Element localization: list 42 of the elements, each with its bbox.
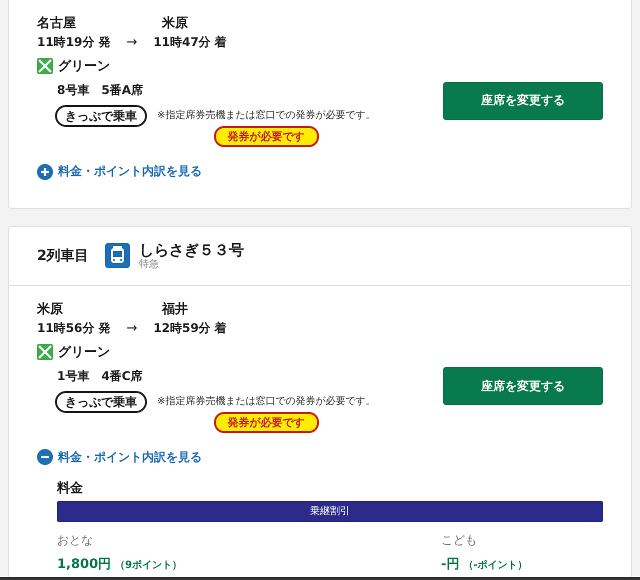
fare-price: -円	[441, 557, 460, 572]
arrival-time: 12時59分	[153, 320, 211, 336]
change-seat-button[interactable]: 座席を変更する	[443, 82, 603, 120]
station-name: 米原	[162, 15, 189, 32]
car-class-icon	[37, 58, 53, 74]
passenger-label: おとな	[57, 532, 94, 549]
ticket-required-badge: 発券が必要です	[214, 126, 319, 147]
station-name: 福井	[162, 300, 189, 318]
fare-points: （9ポイント）	[115, 560, 182, 571]
car-class: グリーン	[58, 58, 110, 75]
ticket-notice: ※指定席券売機または窓口での発券が必要です。	[157, 394, 376, 408]
ticket-type-tag: きっぷで乗車	[55, 390, 147, 412]
station-name: 名古屋	[37, 15, 77, 32]
station-name: 米原	[37, 300, 64, 318]
fare-price: 1,800円	[57, 557, 112, 572]
fare-details-link[interactable]: 料金・ポイント内訳を見る	[37, 448, 202, 466]
fare-details-link[interactable]: 料金・ポイント内訳を見る	[37, 163, 202, 180]
departure-time: 11時19分	[37, 34, 94, 51]
passenger-label: こども	[441, 532, 478, 549]
fare-points: （-ポイント）	[463, 560, 528, 571]
departure-label: 発	[98, 34, 110, 51]
train-icon	[104, 243, 130, 268]
arrow: →	[126, 320, 138, 336]
car-class-icon	[37, 344, 53, 360]
train-position: 2列車目	[37, 246, 89, 264]
arrival-label: 着	[214, 320, 227, 336]
ticket-type-tag: きっぷで乗車	[55, 105, 147, 127]
discount-bar: 乗継割引	[57, 501, 603, 522]
train-name: しらさぎ５３号	[138, 241, 244, 259]
change-seat-button[interactable]: 座席を変更する	[443, 367, 603, 405]
seat-number: 1号車 4番C席	[57, 368, 144, 384]
arrival-time: 11時47分	[153, 34, 211, 51]
seat-number: 8号車 5番A席	[57, 82, 144, 99]
ticket-notice: ※指定席券売機または窓口での発券が必要です。	[157, 108, 376, 122]
ticket-required-badge: 発券が必要です	[214, 412, 319, 432]
departure-label: 発	[98, 320, 110, 336]
arrival-label: 着	[214, 34, 227, 51]
arrow: →	[126, 35, 138, 50]
departure-time: 11時56分	[37, 320, 94, 336]
train-type: 特急	[138, 259, 160, 270]
fare-heading: 料金	[57, 480, 84, 497]
car-class: グリーン	[58, 344, 110, 360]
